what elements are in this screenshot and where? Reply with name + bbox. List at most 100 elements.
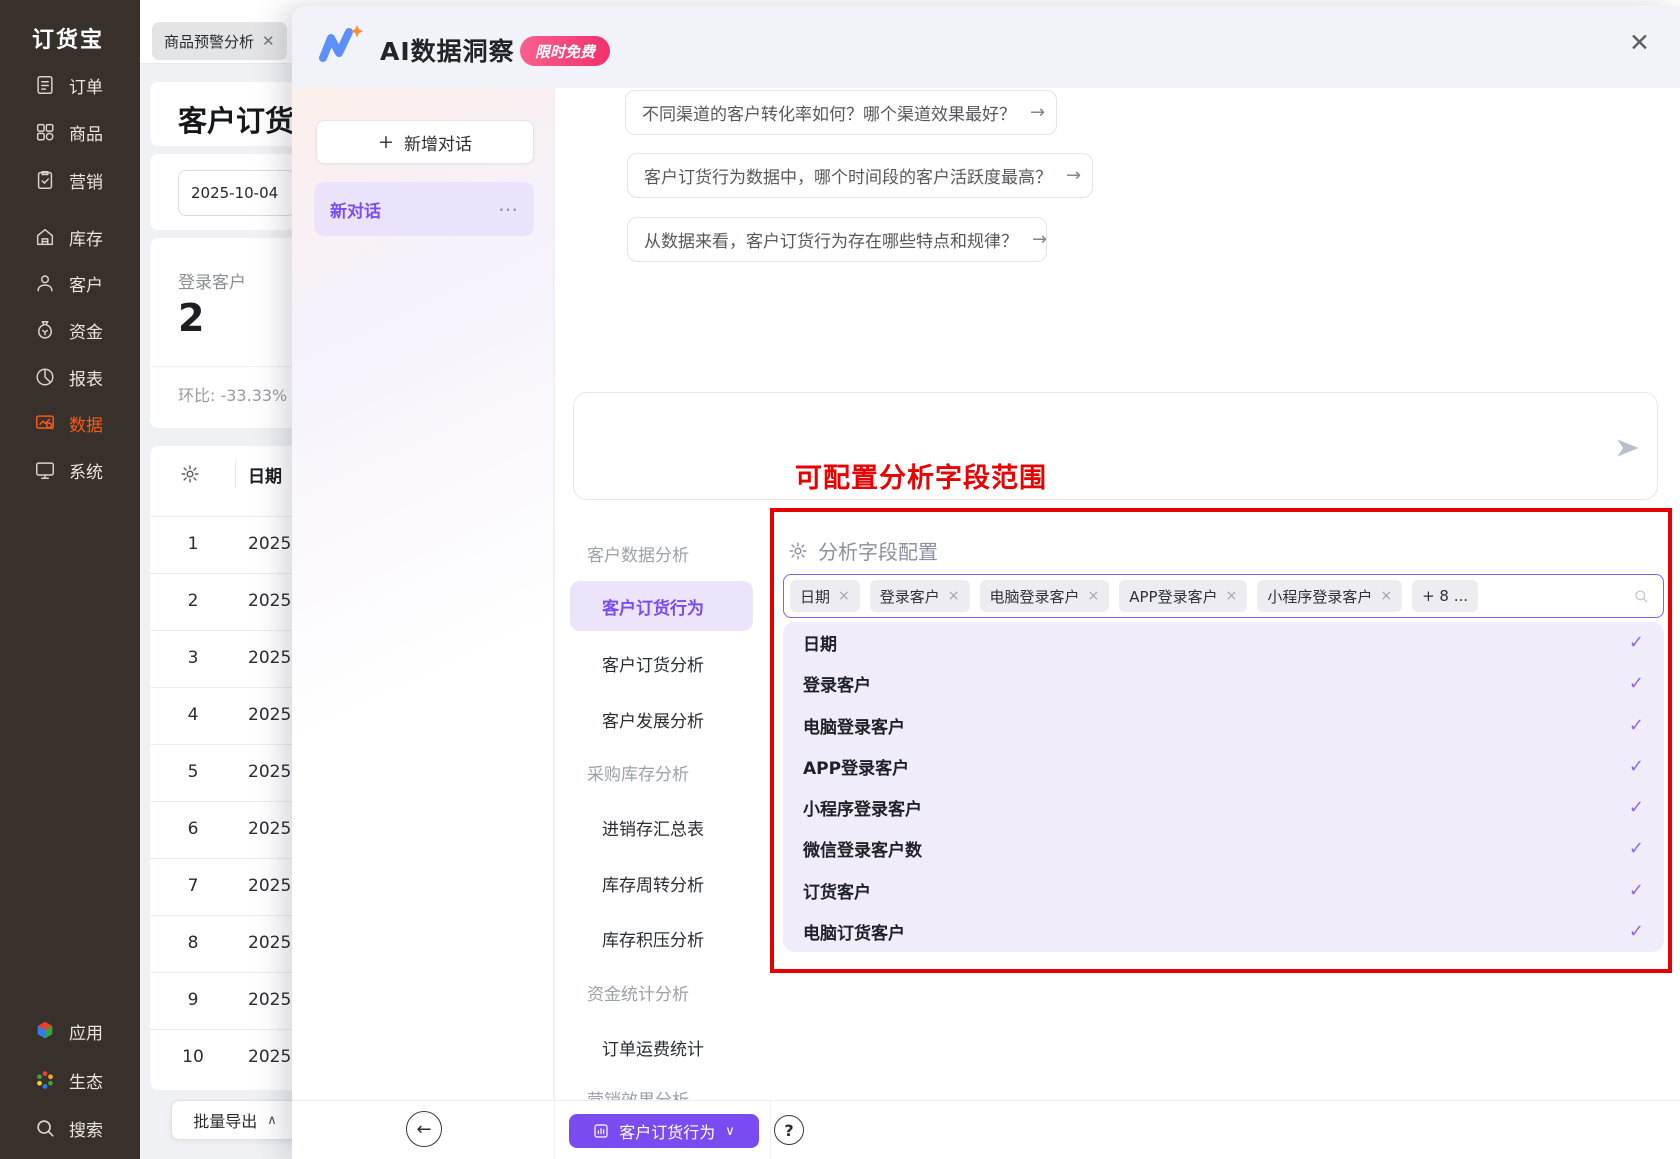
sidebar-item-label: 订单: [69, 73, 103, 98]
row-index: 1: [178, 534, 208, 554]
row-index: 2: [178, 591, 208, 611]
date-input[interactable]: 2025-10-04: [178, 170, 296, 216]
help-button[interactable]: ?: [774, 1115, 804, 1145]
row-date: 2025-: [248, 762, 297, 782]
tab-label: 商品预警分析: [164, 31, 254, 52]
tag-label: 登录客户: [880, 586, 940, 607]
screen: 商品预警分析 ✕ 客户订货 2025-10-04 登录客户 2 环比: -33.…: [0, 0, 1680, 1159]
field-option[interactable]: 微信登录客户数✓: [783, 828, 1664, 869]
page-title: 客户订货: [178, 98, 294, 140]
more-tags-badge[interactable]: + 8 ...: [1412, 580, 1478, 612]
field-option[interactable]: 日期✓: [783, 622, 1664, 663]
menu-item-label: 客户订货行为: [602, 594, 704, 619]
field-tag[interactable]: APP登录客户 ×: [1119, 580, 1247, 612]
person-icon: [34, 272, 56, 294]
sidebar-item-orders[interactable]: 订单: [34, 72, 103, 98]
modal-title: AI数据洞察: [380, 32, 515, 68]
suggestion-pill[interactable]: 客户订货行为数据中，哪个时间段的客户活跃度最高？ →: [627, 153, 1093, 198]
remove-icon[interactable]: ×: [1226, 588, 1238, 604]
new-chat-button[interactable]: + 新增对话: [316, 120, 534, 164]
menu-item[interactable]: 库存周转分析: [602, 871, 704, 895]
field-tag[interactable]: 小程序登录客户×: [1257, 580, 1402, 612]
arrow-right-icon: →: [1066, 165, 1081, 186]
divider: [554, 88, 555, 1100]
field-tag[interactable]: 登录客户 ×: [870, 580, 970, 612]
send-icon[interactable]: [1615, 435, 1641, 461]
sidebar-item-data[interactable]: 数据: [34, 410, 103, 436]
ecosystem-flower-icon: [34, 1069, 56, 1091]
tab-product-warning[interactable]: 商品预警分析 ✕: [152, 22, 287, 60]
gear-icon: [788, 541, 808, 561]
sidebar-item-system[interactable]: 系统: [34, 457, 103, 483]
free-badge: 限时免费: [520, 36, 610, 66]
field-option[interactable]: 订货客户✓: [783, 870, 1664, 911]
menu-item[interactable]: 客户发展分析: [602, 707, 704, 731]
field-config-highlight-box: 分析字段配置 日期× 登录客户 × 电脑登录客户× APP登录客户 × 小程序登录客…: [770, 508, 1672, 973]
menu-item[interactable]: 客户订货分析: [602, 651, 704, 675]
close-icon[interactable]: ✕: [1629, 28, 1650, 57]
option-label: 登录客户: [803, 671, 871, 696]
field-config-title: 分析字段配置: [818, 536, 938, 565]
pie-chart-icon: [34, 366, 56, 388]
menu-item[interactable]: 库存积压分析: [602, 926, 704, 950]
more-icon[interactable]: ⋯: [498, 197, 518, 221]
field-option[interactable]: 小程序登录客户✓: [783, 787, 1664, 828]
field-tag[interactable]: 电脑登录客户×: [980, 580, 1110, 612]
conversation-item[interactable]: 新对话 ⋯: [314, 182, 534, 236]
back-button[interactable]: ←: [406, 1111, 442, 1147]
divider: [770, 1101, 771, 1159]
sidebar-item-products[interactable]: 商品: [34, 119, 103, 145]
option-label: 小程序登录客户: [803, 795, 922, 820]
bar-chart-icon: [593, 1123, 609, 1139]
sidebar-item-reports[interactable]: 报表: [34, 364, 103, 390]
sidebar-item-marketing[interactable]: 营销: [34, 167, 103, 193]
sidebar-item-funds[interactable]: 资金: [34, 317, 103, 343]
field-option[interactable]: APP登录客户✓: [783, 746, 1664, 787]
remove-icon[interactable]: ×: [1088, 588, 1100, 604]
menu-group-label: 资金统计分析: [587, 980, 689, 1004]
remove-icon[interactable]: ×: [1380, 588, 1392, 604]
data-chart-icon: [34, 412, 56, 434]
sidebar-item-search[interactable]: 搜索: [34, 1115, 103, 1141]
divider: [235, 461, 236, 487]
menu-item[interactable]: 订单运费统计: [602, 1035, 704, 1059]
option-label: 电脑订货客户: [803, 919, 905, 944]
monitor-icon: [34, 459, 56, 481]
arrow-right-icon: →: [1030, 102, 1045, 123]
sidebar-item-label: 营销: [69, 168, 103, 193]
suggestion-pill[interactable]: 从数据来看，客户订货行为存在哪些特点和规律？ →: [627, 217, 1047, 262]
sidebar-item-customers[interactable]: 客户: [34, 270, 103, 296]
app-sidebar: 订货宝 订单 商品 营销 库存 客户 资金 报表: [0, 0, 140, 1159]
field-tag[interactable]: 日期×: [790, 580, 860, 612]
ai-insight-modal: AI数据洞察 限时免费 ✕ + 新增对话 新对话 ⋯ 不同渠道的客户转化率如何？…: [292, 6, 1680, 1159]
sidebar-item-inventory[interactable]: 库存: [34, 224, 103, 250]
ai-logo-icon: [316, 24, 366, 66]
chat-input[interactable]: [573, 392, 1658, 500]
sidebar-item-label: 搜索: [69, 1116, 103, 1141]
suggestion-pill[interactable]: 不同渠道的客户转化率如何？哪个渠道效果最好？ →: [625, 90, 1057, 135]
clipboard-check-icon: [34, 169, 56, 191]
menu-group-label: 客户数据分析: [587, 541, 689, 565]
sidebar-item-ecosystem[interactable]: 生态: [34, 1067, 103, 1093]
batch-export-button[interactable]: 批量导出 ∧: [171, 1100, 299, 1140]
new-chat-label: 新增对话: [404, 130, 472, 155]
menu-item[interactable]: 进销存汇总表: [602, 815, 704, 839]
row-date: 2025-: [248, 876, 297, 896]
remove-icon[interactable]: ×: [838, 588, 850, 604]
stat-label: 登录客户: [178, 268, 246, 293]
tag-label: APP登录客户: [1129, 586, 1217, 607]
report-selector-button[interactable]: 客户订货行为 ∨: [569, 1114, 759, 1148]
gear-icon[interactable]: [180, 464, 200, 484]
search-icon: [1633, 588, 1649, 604]
plus-icon: +: [378, 131, 394, 153]
remove-icon[interactable]: ×: [948, 588, 960, 604]
field-option[interactable]: 登录客户✓: [783, 663, 1664, 704]
chevron-down-icon: ∨: [725, 1124, 735, 1139]
field-option[interactable]: 电脑登录客户✓: [783, 705, 1664, 746]
tab-close-icon[interactable]: ✕: [262, 32, 275, 50]
field-option[interactable]: 电脑订货客户✓: [783, 911, 1664, 952]
field-tag-input[interactable]: 日期× 登录客户 × 电脑登录客户× APP登录客户 × 小程序登录客户× + 8 …: [783, 574, 1664, 618]
sidebar-item-label: 系统: [69, 458, 103, 483]
sidebar-item-apps[interactable]: 应用: [34, 1018, 103, 1044]
menu-item-active[interactable]: 客户订货行为: [570, 581, 753, 631]
